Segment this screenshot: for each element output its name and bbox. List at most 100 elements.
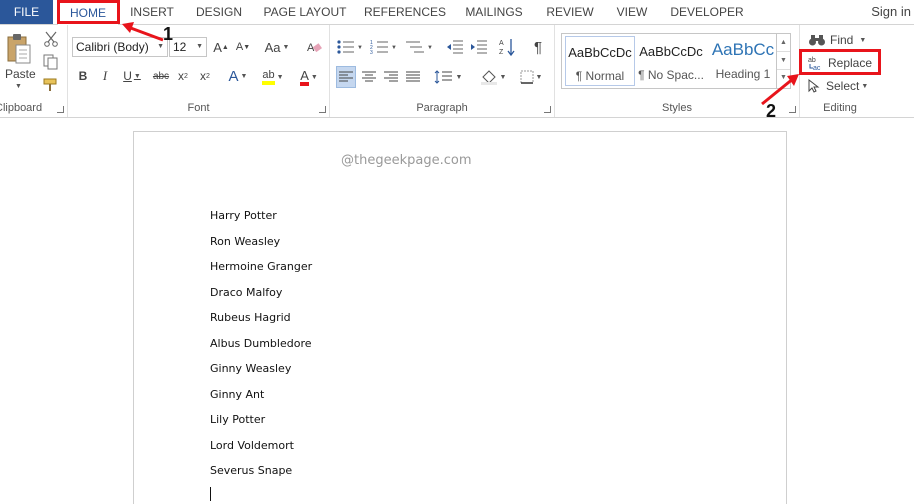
- select-pointer-icon: [808, 79, 820, 93]
- style-heading-1[interactable]: AaBbCc Heading 1: [708, 36, 778, 86]
- clear-formatting-icon[interactable]: A: [306, 39, 322, 55]
- step-2-label: 2: [766, 101, 777, 121]
- svg-text:A: A: [499, 40, 504, 47]
- document-line[interactable]: Ron Weasley: [210, 235, 312, 261]
- paste-button-label[interactable]: Paste: [5, 67, 36, 81]
- svg-text:▼: ▼: [427, 45, 433, 51]
- paste-icon[interactable]: [6, 33, 32, 65]
- document-line[interactable]: Hermoine Granger: [210, 260, 312, 286]
- shading-icon[interactable]: ▼: [477, 66, 509, 88]
- cut-icon[interactable]: [42, 31, 60, 47]
- svg-text:Z: Z: [499, 49, 504, 56]
- font-size-dropdown-icon[interactable]: ▼: [196, 38, 203, 56]
- more-styles-icon[interactable]: ▼: [777, 70, 790, 86]
- svg-text:▼: ▼: [357, 45, 363, 51]
- style-sample: AaBbCc: [711, 40, 775, 59]
- tab-mailings[interactable]: MAILINGS: [458, 0, 530, 24]
- styles-group: AaBbCcDc ¶ Normal AaBbCcDc ¶ No Spac... …: [555, 25, 800, 117]
- home-ribbon: Paste ▼ Clipboard Calibri (Body) ▼ 12 ▼ …: [0, 24, 914, 118]
- font-color-icon[interactable]: A ▼: [294, 67, 324, 87]
- change-case-icon[interactable]: Aa ▼: [262, 38, 292, 56]
- bullets-icon[interactable]: ▼: [336, 39, 364, 55]
- document-line[interactable]: Lord Voldemort: [210, 439, 312, 465]
- document-line[interactable]: Albus Dumbledore: [210, 337, 312, 363]
- styles-launcher-icon[interactable]: [789, 106, 796, 113]
- document-line[interactable]: Ginny Ant: [210, 388, 312, 414]
- font-group: Calibri (Body) ▼ 12 ▼ A ▲ A ▼ Aa ▼ A B I U ▼…: [68, 25, 330, 117]
- document-line[interactable]: Draco Malfoy: [210, 286, 312, 312]
- binoculars-icon: [809, 35, 825, 46]
- style-no-spacing[interactable]: AaBbCcDc ¶ No Spac...: [636, 36, 706, 86]
- text-effects-icon[interactable]: A ▼: [224, 67, 252, 85]
- document-line[interactable]: Lily Potter: [210, 413, 312, 439]
- font-size-combo[interactable]: 12 ▼: [169, 37, 207, 57]
- align-center-icon[interactable]: [359, 66, 379, 88]
- sign-in-link[interactable]: Sign in: [871, 0, 911, 24]
- svg-text:▼: ▼: [391, 45, 397, 51]
- home-tab-highlight: [57, 0, 120, 24]
- justify-icon[interactable]: [403, 66, 423, 88]
- find-button[interactable]: Find ▼: [808, 30, 866, 50]
- align-right-icon[interactable]: [381, 66, 401, 88]
- borders-icon[interactable]: ▼: [515, 66, 547, 88]
- paragraph-group-label: Paragraph: [416, 102, 468, 114]
- style-normal[interactable]: AaBbCcDc ¶ Normal: [565, 36, 635, 86]
- underline-icon[interactable]: U ▼: [118, 67, 146, 85]
- select-label: Select: [826, 79, 860, 93]
- scroll-up-icon[interactable]: ▲: [777, 34, 790, 52]
- grow-font-icon[interactable]: A ▲: [212, 38, 230, 56]
- style-sample: AaBbCcDc: [639, 44, 703, 59]
- document-line[interactable]: Ginny Weasley: [210, 362, 312, 388]
- format-painter-icon[interactable]: [42, 77, 60, 93]
- find-label: Find: [830, 33, 854, 47]
- tab-references[interactable]: REFERENCES: [362, 0, 448, 24]
- style-name: ¶ Normal: [575, 69, 625, 83]
- document-page[interactable]: @thegeekpage.com Harry Potter Ron Weasle…: [133, 131, 787, 504]
- document-body[interactable]: Harry Potter Ron Weasley Hermoine Grange…: [210, 209, 312, 490]
- strikethrough-icon[interactable]: abc: [151, 67, 171, 85]
- show-paragraph-marks-icon[interactable]: ¶: [529, 37, 547, 57]
- document-line[interactable]: Rubeus Hagrid: [210, 311, 312, 337]
- tab-developer[interactable]: DEVELOPER: [664, 0, 750, 24]
- paragraph-launcher-icon[interactable]: [544, 106, 551, 113]
- tab-review[interactable]: REVIEW: [540, 0, 600, 24]
- clipboard-launcher-icon[interactable]: [57, 106, 64, 113]
- decrease-indent-icon[interactable]: [446, 39, 464, 55]
- font-group-label: Font: [187, 102, 210, 114]
- font-name-combo[interactable]: Calibri (Body) ▼: [72, 37, 168, 57]
- text-highlight-icon[interactable]: ab ▼: [258, 67, 288, 87]
- sort-icon[interactable]: AZ: [499, 37, 515, 57]
- italic-icon[interactable]: I: [97, 67, 113, 85]
- svg-text:3: 3: [370, 50, 373, 55]
- multilevel-list-icon[interactable]: ▼: [404, 39, 434, 55]
- tab-insert[interactable]: INSERT: [121, 0, 183, 24]
- step-1-label: 1: [163, 24, 174, 44]
- scroll-down-icon[interactable]: ▼: [777, 52, 790, 70]
- shrink-font-icon[interactable]: A ▼: [234, 38, 252, 56]
- document-line[interactable]: Severus Snape: [210, 464, 312, 490]
- style-name: Heading 1: [715, 67, 771, 81]
- align-left-icon[interactable]: [336, 66, 356, 88]
- tab-design[interactable]: DESIGN: [188, 0, 250, 24]
- tab-page-layout[interactable]: PAGE LAYOUT: [258, 0, 352, 24]
- numbering-icon[interactable]: 1 2 3 ▼: [370, 39, 398, 55]
- style-name: ¶ No Spac...: [638, 68, 704, 82]
- tab-view[interactable]: VIEW: [610, 0, 654, 24]
- document-area: @thegeekpage.com Harry Potter Ron Weasle…: [0, 118, 914, 504]
- tab-file[interactable]: FILE: [0, 0, 53, 24]
- paste-dropdown-arrow[interactable]: ▼: [15, 83, 22, 90]
- bold-icon[interactable]: B: [75, 67, 91, 85]
- increase-indent-icon[interactable]: [470, 39, 488, 55]
- select-button[interactable]: Select ▼: [808, 76, 868, 96]
- document-line[interactable]: Harry Potter: [210, 209, 312, 235]
- line-spacing-icon[interactable]: ▼: [433, 66, 463, 88]
- subscript-icon[interactable]: x2: [174, 67, 192, 85]
- paragraph-group: ▼ 1 2 3 ▼ ▼ AZ ¶ ▼ ▼ ▼ Paragraph: [330, 25, 555, 117]
- styles-gallery: AaBbCcDc ¶ Normal AaBbCcDc ¶ No Spac... …: [561, 33, 791, 89]
- styles-gallery-scroll[interactable]: ▲ ▼ ▼: [776, 34, 790, 88]
- font-launcher-icon[interactable]: [319, 106, 326, 113]
- copy-icon[interactable]: [42, 54, 60, 70]
- superscript-icon[interactable]: x2: [196, 67, 214, 85]
- styles-group-label: Styles: [662, 102, 692, 114]
- clipboard-group: Paste ▼ Clipboard: [0, 25, 68, 117]
